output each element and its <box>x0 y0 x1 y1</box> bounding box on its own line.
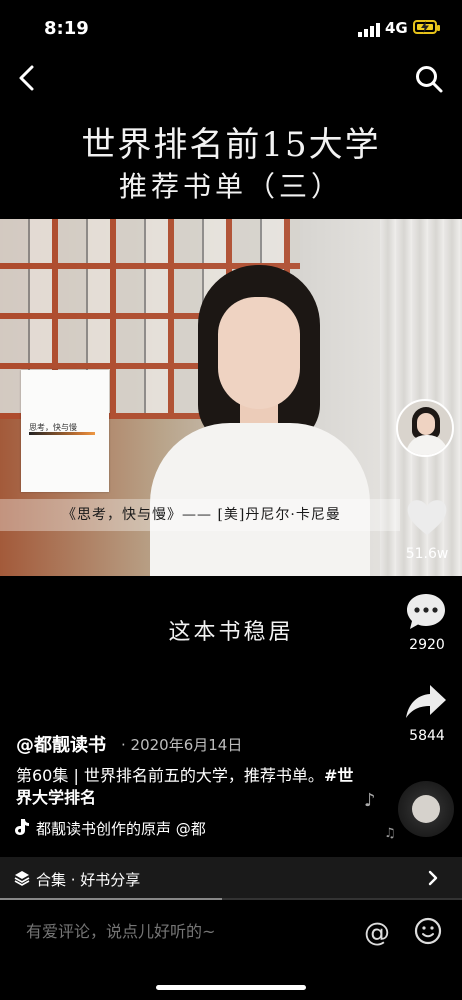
like-count: 51.6w <box>405 546 449 562</box>
playback-progress-bar[interactable] <box>0 898 462 900</box>
author-avatar[interactable] <box>396 399 454 457</box>
home-indicator <box>156 985 306 990</box>
network-label: 4G <box>385 19 408 37</box>
video-frame[interactable]: 思考，快与慢 《思考，快与慢》—— [美]丹尼尔·卡尼曼 <box>0 219 462 576</box>
share-icon[interactable] <box>404 682 448 722</box>
heart-icon[interactable] <box>405 497 449 537</box>
video-headline-line1: 世界排名前15大学 <box>81 125 381 165</box>
signal-icon <box>358 23 380 37</box>
share-count: 5844 <box>409 728 445 744</box>
collection-label: 合集 · 好书分享 <box>36 871 141 889</box>
presenter-face <box>218 297 300 409</box>
music-note-icon <box>15 819 29 835</box>
battery-icon <box>413 20 440 34</box>
book-cover: 思考，快与慢 <box>21 370 109 492</box>
music-disc[interactable] <box>398 781 454 837</box>
comment-input[interactable] <box>26 922 326 941</box>
playback-progress-fill <box>0 898 222 900</box>
mention-button[interactable]: @ <box>362 918 392 948</box>
back-icon[interactable] <box>14 62 42 94</box>
music-disc-cover <box>412 795 440 823</box>
comment-count: 2920 <box>409 637 445 653</box>
author-name[interactable]: @都靓读书 <box>16 731 106 757</box>
emoji-icon[interactable] <box>414 917 442 945</box>
video-caption: 《思考，快与慢》—— [美]丹尼尔·卡尼曼 <box>62 507 341 523</box>
music-title[interactable]: 都靓读书创作的原声 @都 <box>36 818 276 839</box>
post-description-text: 第60集 | 世界排名前五的大学，推荐书单。 <box>16 766 324 785</box>
comment-icon[interactable] <box>404 590 448 634</box>
post-date: · 2020年6月14日 <box>121 736 243 754</box>
collection-icon <box>14 871 30 886</box>
video-headline-line2: 推荐书单（三） <box>118 170 343 203</box>
post-description: 第60集 | 世界排名前五的大学，推荐书单。#世界大学排名 <box>16 765 356 809</box>
status-bar: 8:19 4G <box>0 0 462 56</box>
chevron-right-icon <box>428 870 438 886</box>
music-note-icon: ♪ <box>364 790 376 811</box>
search-icon[interactable] <box>414 64 444 94</box>
status-time: 8:19 <box>44 18 89 39</box>
collection-bar[interactable]: 合集 · 好书分享 <box>0 857 462 900</box>
music-note-icon: ♫ <box>384 826 396 841</box>
